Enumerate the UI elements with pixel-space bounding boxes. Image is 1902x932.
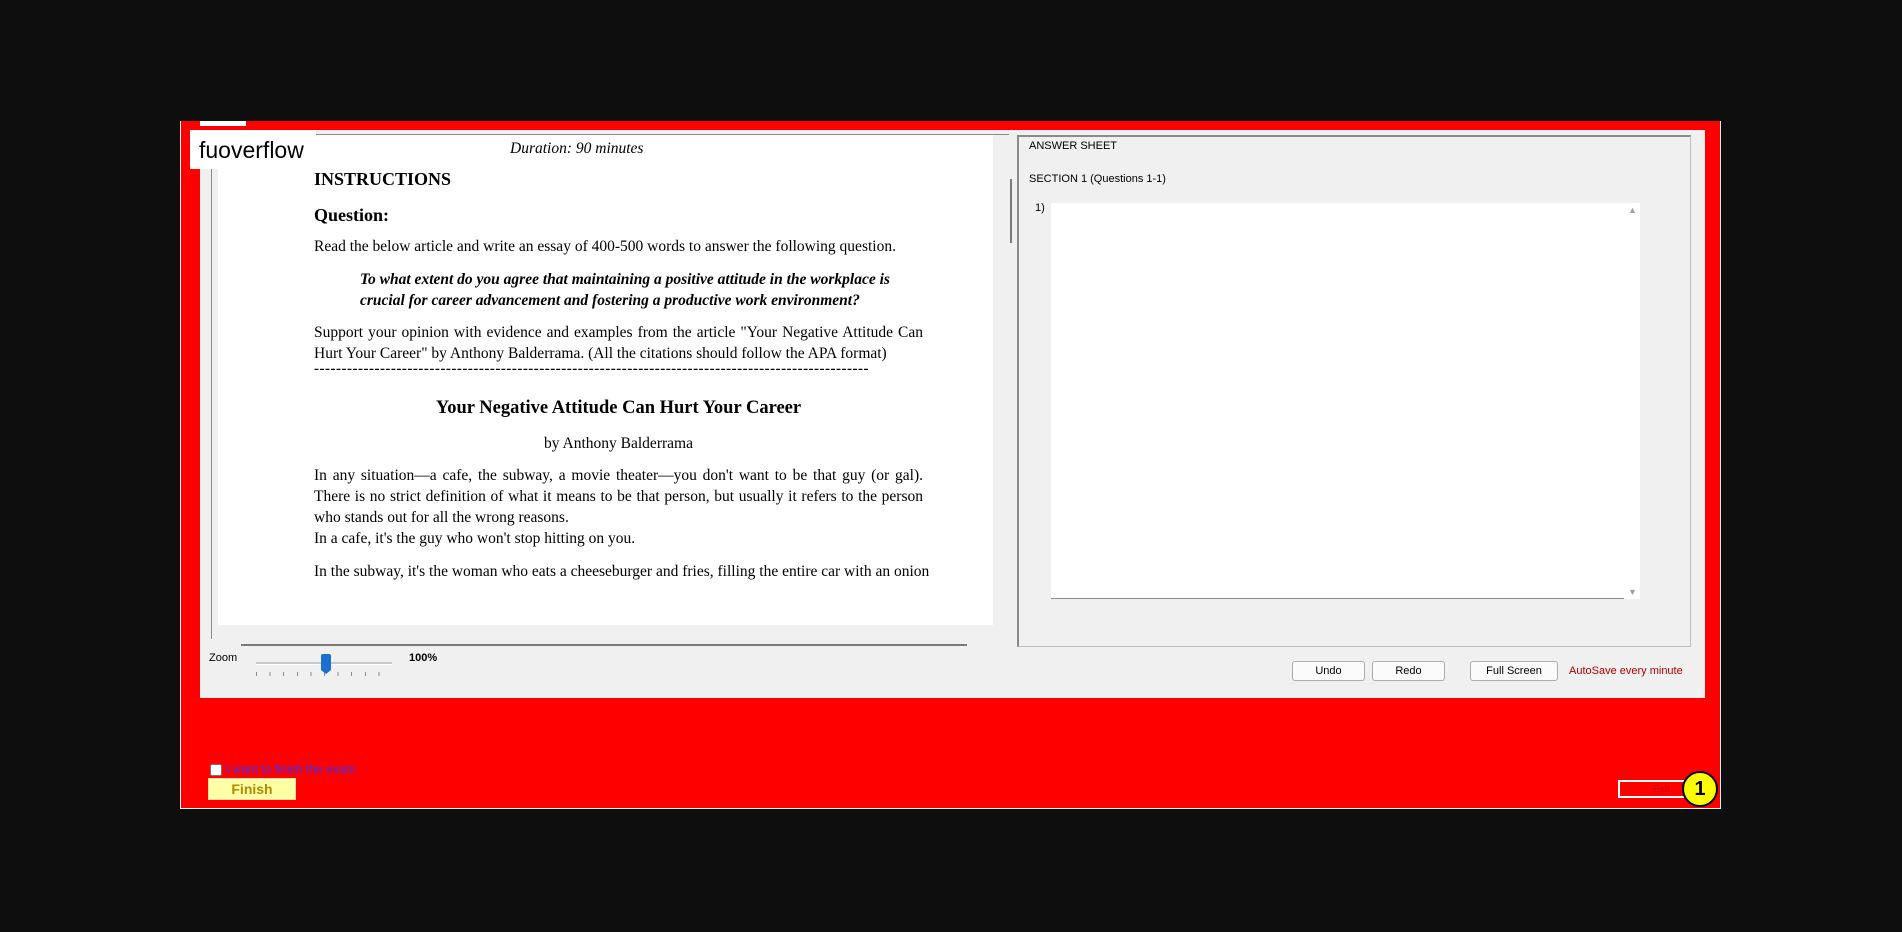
support-instruction: Support your opinion with evidence and e… xyxy=(314,324,923,362)
divider-line: ----------------------------------------… xyxy=(314,361,870,377)
full-screen-button[interactable]: Full Screen xyxy=(1470,661,1558,681)
scroll-up-arrow-icon[interactable]: ▲ xyxy=(1628,205,1637,215)
scroll-down-arrow-icon[interactable]: ▼ xyxy=(1628,587,1637,597)
zoom-value: 100% xyxy=(409,652,438,664)
zoom-label: Zoom xyxy=(209,652,238,664)
step-number-badge: 1 xyxy=(1682,771,1718,807)
document-vertical-scrollbar[interactable] xyxy=(1010,179,1012,243)
logo-text: fuoverflow xyxy=(199,137,304,163)
question-heading: Question: xyxy=(314,205,390,225)
essay-prompt: To what extent do you agree that maintai… xyxy=(360,271,890,309)
answer-scrollbar[interactable]: ▲ ▼ xyxy=(1624,203,1640,599)
article-byline: by Anthony Balderrama xyxy=(544,435,693,452)
finish-exam-checkbox[interactable] xyxy=(210,764,222,776)
answer-textarea[interactable] xyxy=(1051,203,1624,599)
article-paragraph: In the subway, it's the woman who eats a… xyxy=(314,563,930,580)
document-viewer[interactable]: Duration: 90 minutes INSTRUCTIONS Questi… xyxy=(211,134,1012,646)
article-paragraph: In a cafe, it's the guy who won't stop h… xyxy=(314,530,636,547)
read-instruction: Read the below article and write an essa… xyxy=(314,238,896,255)
duration-text: Duration: 90 minutes xyxy=(510,140,644,157)
finish-button[interactable]: Finish xyxy=(208,778,296,800)
redo-button[interactable]: Redo xyxy=(1372,661,1445,681)
answer-sheet: ANSWER SHEET SECTION 1 (Questions 1-1) 1… xyxy=(1017,135,1691,647)
autosave-notice: AutoSave every minute xyxy=(1569,665,1683,677)
logo: fuoverflow xyxy=(190,130,316,169)
finish-exam-label[interactable]: I want to finish the exam. xyxy=(226,762,359,776)
zoom-slider-thumb[interactable] xyxy=(321,654,331,674)
exam-content-panel: fuoverflow Duration: 90 minutes INSTRUCT… xyxy=(190,130,1705,698)
article-title: Your Negative Attitude Can Hurt Your Car… xyxy=(435,398,802,418)
document-page: Duration: 90 minutes INSTRUCTIONS Questi… xyxy=(218,135,993,625)
window-tab xyxy=(200,121,246,126)
article-paragraph: In any situation—a cafe, the subway, a m… xyxy=(314,467,923,526)
answer-sheet-title: ANSWER SHEET xyxy=(1029,140,1118,152)
exam-window: fuoverflow Duration: 90 minutes INSTRUCT… xyxy=(180,121,1721,809)
section-label: SECTION 1 (Questions 1-1) xyxy=(1029,173,1166,185)
question-number: 1) xyxy=(1035,202,1045,214)
document-horizontal-scrollbar[interactable] xyxy=(241,644,967,646)
undo-button[interactable]: Undo xyxy=(1292,661,1365,681)
instructions-heading: INSTRUCTIONS xyxy=(314,169,452,189)
